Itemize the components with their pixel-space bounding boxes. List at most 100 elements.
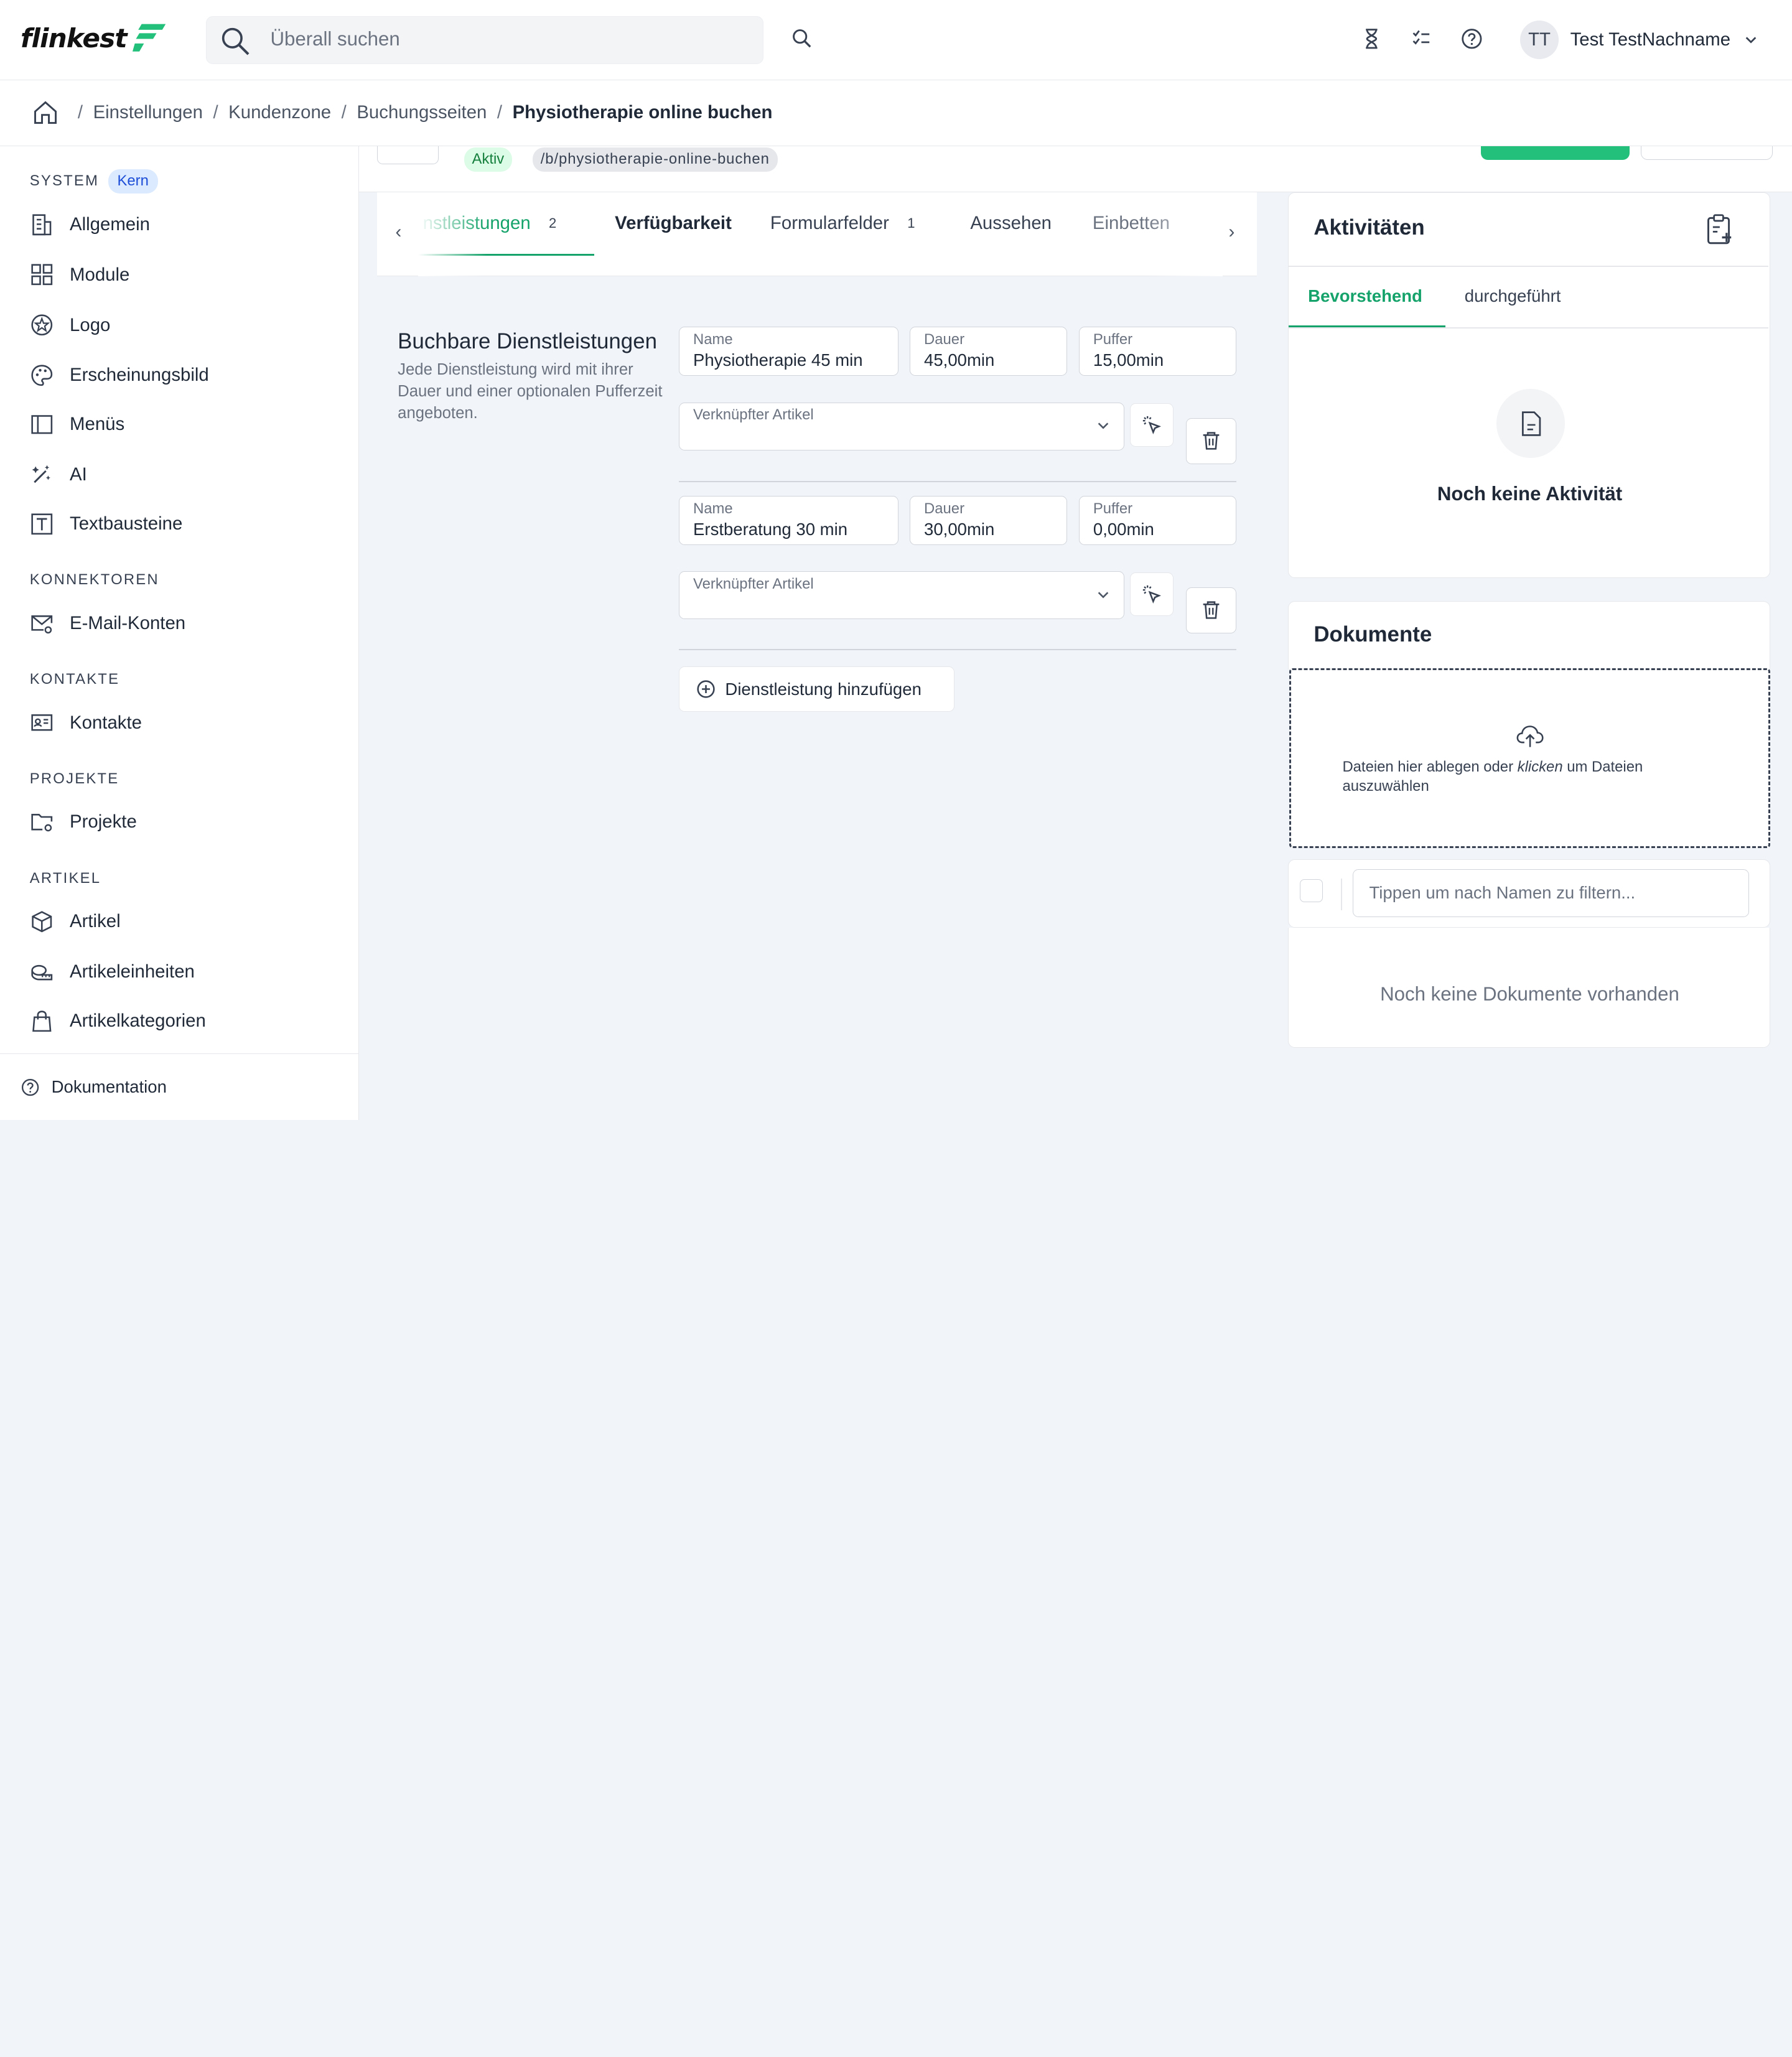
sidebar-item-label: Artikel (70, 911, 121, 932)
tab-bar: ‹ nstleistungen 2 Verfügbarkeit Formular… (377, 192, 1258, 277)
delete-service-button[interactable] (1186, 587, 1237, 633)
add-service-button[interactable]: Dienstleistung hinzufügen (678, 666, 954, 712)
sidebar-item-menues[interactable]: Menüs (30, 413, 124, 437)
documents-empty-state: Noch keine Dokumente vorhanden (1287, 928, 1771, 1048)
measure-tape-icon (31, 964, 52, 981)
dropzone-text-link[interactable]: klicken (1518, 758, 1563, 775)
field-label: Verknüpfter Artikel (693, 406, 814, 424)
tasks-button[interactable] (1410, 27, 1433, 50)
sidebar-item-kontakte[interactable]: Kontakte (30, 711, 142, 735)
field-value: 30,00min (924, 519, 995, 539)
help-circle-icon (1462, 29, 1482, 49)
sidebar-item-artikeleinheiten[interactable]: Artikeleinheiten (30, 960, 195, 984)
sidebar-item-artikel[interactable]: Artikel (30, 910, 121, 934)
search-icon (222, 28, 250, 55)
section-label: SYSTEM (29, 172, 100, 190)
sidebar-item-allgemein[interactable]: Allgemein (30, 213, 150, 237)
dropzone-text-before: Dateien hier ablegen oder (1342, 758, 1518, 776)
document-filter-input[interactable] (1352, 869, 1750, 918)
linked-article-select[interactable]: Verknüpfter Artikel (678, 571, 1125, 620)
global-search[interactable] (205, 16, 763, 64)
service-buffer-field[interactable]: Puffer 15,00min (1078, 327, 1237, 376)
select-all-checkbox[interactable] (1300, 879, 1323, 903)
help-button[interactable] (1460, 27, 1483, 50)
sidebar-item-label: Module (70, 264, 130, 285)
field-value: Physiotherapie 45 min (693, 350, 863, 370)
breadcrumb-separator: / (497, 102, 503, 123)
field-label: Verknüpfter Artikel (693, 575, 814, 592)
sidebar-item-module[interactable]: Module (30, 263, 130, 287)
sidebar-item-textbausteine[interactable]: Textbausteine (30, 512, 182, 536)
field-label: Dauer (924, 500, 965, 517)
section-description: Jede Dienstleistung wird mit ihrer Dauer… (398, 360, 663, 422)
service-duration-field[interactable]: Dauer 30,00min (910, 496, 1068, 546)
advanced-search-button[interactable] (791, 27, 814, 50)
folder-settings-icon (31, 814, 52, 832)
divider (678, 481, 1237, 483)
service-name-field[interactable]: Name Erstberatung 30 min (678, 496, 898, 546)
tab-durchgefuehrt[interactable]: durchgeführt (1465, 286, 1561, 306)
secondary-button[interactable] (1641, 146, 1773, 161)
section-projekte: PROJEKTE (30, 770, 119, 788)
home-icon[interactable] (32, 99, 59, 126)
add-service-label: Dienstleistung hinzufügen (725, 679, 922, 699)
breadcrumb-kundenzone[interactable]: Kundenzone (228, 102, 331, 123)
divider (1288, 327, 1769, 329)
sidebar-item-email-konten[interactable]: E-Mail-Konten (30, 612, 185, 636)
section-kontakte: KONTAKTE (30, 671, 119, 688)
tab-bevorstehend[interactable]: Bevorstehend (1308, 286, 1422, 306)
documentation-link[interactable]: Dokumentation (0, 1053, 359, 1120)
linked-article-select[interactable]: Verknüpfter Artikel (678, 402, 1125, 450)
field-label: Dauer (924, 330, 965, 348)
field-value: Erstberatung 30 min (693, 519, 848, 539)
chevron-down-icon (1745, 37, 1757, 44)
checklist-icon (1413, 30, 1430, 45)
tab-aussehen[interactable]: Aussehen (970, 213, 1052, 234)
breadcrumb-buchungsseiten[interactable]: Buchungsseiten (357, 102, 487, 123)
sidebar-item-label: Allgemein (70, 213, 151, 235)
section-system: SYSTEM Kern (30, 169, 158, 194)
tab-count: 2 (549, 215, 557, 231)
back-button[interactable] (377, 146, 439, 165)
clipboard-add-icon[interactable] (1705, 213, 1735, 245)
sidebar-item-ai[interactable]: AI (30, 463, 87, 487)
service-name-field[interactable]: Name Physiotherapie 45 min (678, 327, 898, 376)
document-icon (1522, 411, 1541, 436)
service-buffer-field[interactable]: Puffer 0,00min (1078, 496, 1237, 546)
file-dropzone[interactable]: Dateien hier ablegen oder klicken um Dat… (1289, 668, 1771, 848)
field-label: Name (693, 500, 733, 517)
documentation-label: Dokumentation (51, 1077, 167, 1097)
save-button[interactable] (1481, 146, 1630, 161)
search-input[interactable] (270, 16, 750, 63)
sidebar-item-logo[interactable]: Logo (30, 313, 111, 337)
text-box-icon (31, 513, 52, 535)
sidebar-item-label: Logo (70, 314, 111, 335)
delete-service-button[interactable] (1186, 418, 1237, 464)
slug-badge: /b/physiotherapie-online-buchen (532, 147, 778, 172)
tab-formularfelder[interactable]: Formularfelder 1 (770, 213, 915, 234)
mail-settings-icon (31, 615, 52, 633)
activities-title: Aktivitäten (1314, 215, 1425, 240)
sidebar-item-projekte[interactable]: Projekte (30, 810, 137, 834)
service-duration-field[interactable]: Dauer 45,00min (910, 327, 1068, 376)
avatar: TT (1519, 21, 1559, 60)
tabs-fade (1142, 192, 1223, 277)
section-title: Buchbare Dienstleistungen (398, 329, 657, 353)
pick-article-button[interactable] (1130, 403, 1174, 447)
logo[interactable]: flinkest (21, 23, 166, 54)
breadcrumb-einstellungen[interactable]: Einstellungen (93, 102, 203, 123)
user-name: Test TestNachname (1570, 29, 1731, 50)
tabs-scroll-right-button[interactable]: › (1228, 222, 1234, 243)
pick-article-button[interactable] (1130, 572, 1174, 616)
breadcrumb-separator: / (213, 102, 218, 123)
sidebar-item-erscheinungsbild[interactable]: Erscheinungsbild (30, 363, 209, 388)
timer-button[interactable] (1360, 27, 1383, 50)
tabs-scroll-left-button[interactable]: ‹ (395, 222, 401, 243)
field-value: 15,00min (1093, 350, 1164, 370)
user-menu[interactable]: TT Test TestNachname (1519, 21, 1758, 60)
tab-verfuegbarkeit[interactable]: Verfügbarkeit (615, 213, 732, 234)
chevron-down-icon (1098, 422, 1109, 429)
field-label: Puffer (1093, 330, 1133, 348)
chevron-down-icon (1098, 592, 1109, 599)
sidebar-item-artikelkategorien[interactable]: Artikelkategorien (30, 1009, 206, 1033)
